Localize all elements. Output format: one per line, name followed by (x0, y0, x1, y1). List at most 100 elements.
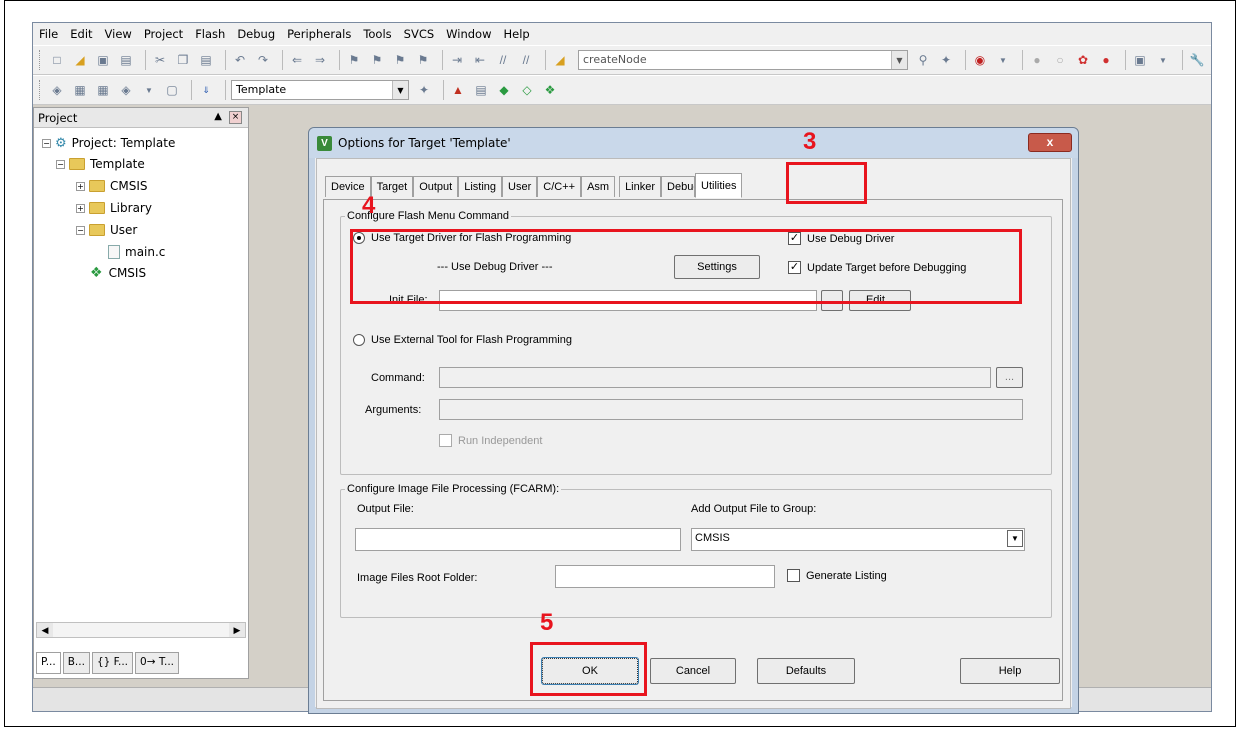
find-combo[interactable]: createNode ▼ (578, 50, 908, 70)
new-file-icon[interactable]: □ (48, 51, 66, 69)
toolbar-grip[interactable] (39, 80, 42, 100)
incremental-find-icon[interactable]: ✦ (937, 51, 955, 69)
menu-file[interactable]: File (39, 27, 58, 41)
help-button[interactable]: Help (960, 658, 1060, 684)
tab-utilities[interactable]: Utilities (695, 173, 743, 198)
rebuild-icon[interactable]: ▦ (94, 81, 112, 99)
menu-peripherals[interactable]: Peripherals (287, 27, 351, 41)
dialog-titlebar[interactable]: V Options for Target 'Template' x (309, 128, 1078, 158)
menu-window[interactable]: Window (446, 27, 491, 41)
chevron-down-icon[interactable]: ▼ (1007, 530, 1023, 547)
tree-target[interactable]: − Template (56, 155, 145, 173)
undo-icon[interactable]: ↶ (231, 51, 249, 69)
batch-dropdown-icon[interactable]: ▼ (140, 81, 158, 99)
collapse-icon[interactable]: − (56, 159, 65, 169)
tab-project[interactable]: P... (36, 652, 61, 674)
menu-help[interactable]: Help (504, 27, 530, 41)
project-horizontal-scrollbar[interactable]: ◀ ▶ (36, 622, 246, 638)
collapse-icon[interactable]: − (76, 225, 85, 235)
open-file-icon[interactable]: ◢ (71, 51, 89, 69)
target-select[interactable]: Template ▼ (231, 80, 409, 100)
chevron-down-icon[interactable]: ▼ (392, 81, 408, 99)
dialog-close-button[interactable]: x (1028, 133, 1072, 152)
bookmark-clear-icon[interactable]: ⚑ (414, 51, 432, 69)
root-folder-input[interactable] (555, 565, 775, 588)
indent-icon[interactable]: ⇥ (448, 51, 466, 69)
debug-dropdown-icon[interactable]: ▼ (994, 51, 1012, 69)
breakpoint-clear-icon[interactable]: ● (1097, 51, 1115, 69)
bookmark-icon[interactable]: ⚑ (345, 51, 363, 69)
manage-project-items-icon[interactable]: ▲ (449, 81, 467, 99)
use-external-tool-radio[interactable]: Use External Tool for Flash Programming (353, 334, 572, 346)
comment-icon[interactable]: // (494, 51, 512, 69)
tab-asm[interactable]: Asm (581, 176, 616, 197)
unindent-icon[interactable]: ⇤ (471, 51, 489, 69)
tab-output[interactable]: Output (413, 176, 459, 197)
tab-functions[interactable]: {} F... (91, 652, 134, 674)
tree-group-user[interactable]: − User (76, 221, 137, 239)
menu-tools[interactable]: Tools (363, 27, 391, 41)
tab-listing[interactable]: Listing (458, 176, 503, 197)
window-layout-dropdown-icon[interactable]: ▼ (1154, 51, 1172, 69)
window-layout-icon[interactable]: ▣ (1131, 51, 1149, 69)
menu-svcs[interactable]: SVCS (404, 27, 435, 41)
breakpoint-kill-icon[interactable]: ✿ (1074, 51, 1092, 69)
pin-icon[interactable]: ▲ (214, 111, 222, 122)
batch-build-icon[interactable]: ◈ (117, 81, 135, 99)
tree-group-cmsis[interactable]: + CMSIS (76, 177, 148, 195)
select-software-packs-icon[interactable]: ◆ (495, 81, 513, 99)
debug-start-icon[interactable]: ◉ (971, 51, 989, 69)
menu-view[interactable]: View (105, 27, 132, 41)
menu-edit[interactable]: Edit (70, 27, 92, 41)
output-file-input[interactable] (355, 528, 681, 551)
tab-books[interactable]: B... (62, 652, 90, 674)
menu-flash[interactable]: Flash (195, 27, 225, 41)
translate-icon[interactable]: ◈ (48, 81, 66, 99)
download-icon[interactable]: ⇓ (197, 81, 215, 99)
tab-c-cpp[interactable]: C/C++ (537, 176, 582, 197)
tree-component-cmsis[interactable]: ❖ CMSIS (90, 264, 146, 282)
menu-debug[interactable]: Debug (237, 27, 275, 41)
tree-file-main[interactable]: main.c (108, 243, 165, 261)
output-group-select[interactable]: CMSIS ▼ (691, 528, 1025, 551)
find-in-files-icon[interactable]: ◢ (551, 51, 569, 69)
tree-root[interactable]: − ⚙ Project: Template (42, 134, 175, 152)
cancel-button[interactable]: Cancel (650, 658, 736, 684)
collapse-icon[interactable]: − (42, 138, 51, 148)
save-icon[interactable]: ▣ (94, 51, 112, 69)
menu-project[interactable]: Project (144, 27, 183, 41)
scroll-left-icon[interactable]: ◀ (37, 623, 53, 637)
cut-icon[interactable]: ✂ (151, 51, 169, 69)
tree-group-library[interactable]: + Library (76, 199, 152, 217)
manage-rte-icon[interactable]: ▤ (472, 81, 490, 99)
nav-back-icon[interactable]: ⇐ (288, 51, 306, 69)
tab-linker[interactable]: Linker (619, 176, 662, 197)
breakpoint-icon[interactable]: ● (1028, 51, 1046, 69)
stop-build-icon[interactable]: ▢ (163, 81, 181, 99)
pack-installer-icon[interactable]: ◇ (518, 81, 536, 99)
close-icon[interactable]: × (229, 111, 242, 124)
paste-icon[interactable]: ▤ (197, 51, 215, 69)
uncomment-icon[interactable]: // (517, 51, 535, 69)
nav-forward-icon[interactable]: ⇒ (311, 51, 329, 69)
toolbar-grip[interactable] (39, 50, 42, 70)
scroll-right-icon[interactable]: ▶ (229, 623, 245, 637)
bookmark-next-icon[interactable]: ⚑ (391, 51, 409, 69)
tab-debug[interactable]: Debug (661, 176, 696, 197)
tab-user[interactable]: User (502, 176, 538, 197)
configure-icon[interactable]: 🔧 (1188, 51, 1206, 69)
tab-templates[interactable]: 0→ T... (135, 652, 180, 674)
find-icon[interactable]: ⚲ (914, 51, 932, 69)
rte-diamond-icon[interactable]: ❖ (541, 81, 559, 99)
target-options-icon[interactable]: ✦ (415, 81, 433, 99)
save-all-icon[interactable]: ▤ (117, 51, 135, 69)
breakpoint-disable-icon[interactable]: ○ (1051, 51, 1069, 69)
tab-target[interactable]: Target (370, 176, 414, 197)
chevron-down-icon[interactable]: ▼ (891, 51, 907, 69)
redo-icon[interactable]: ↷ (254, 51, 272, 69)
build-icon[interactable]: ▦ (71, 81, 89, 99)
generate-listing-checkbox[interactable]: Generate Listing (787, 569, 887, 582)
expand-icon[interactable]: + (76, 203, 85, 213)
copy-icon[interactable]: ❐ (174, 51, 192, 69)
defaults-button[interactable]: Defaults (757, 658, 855, 684)
